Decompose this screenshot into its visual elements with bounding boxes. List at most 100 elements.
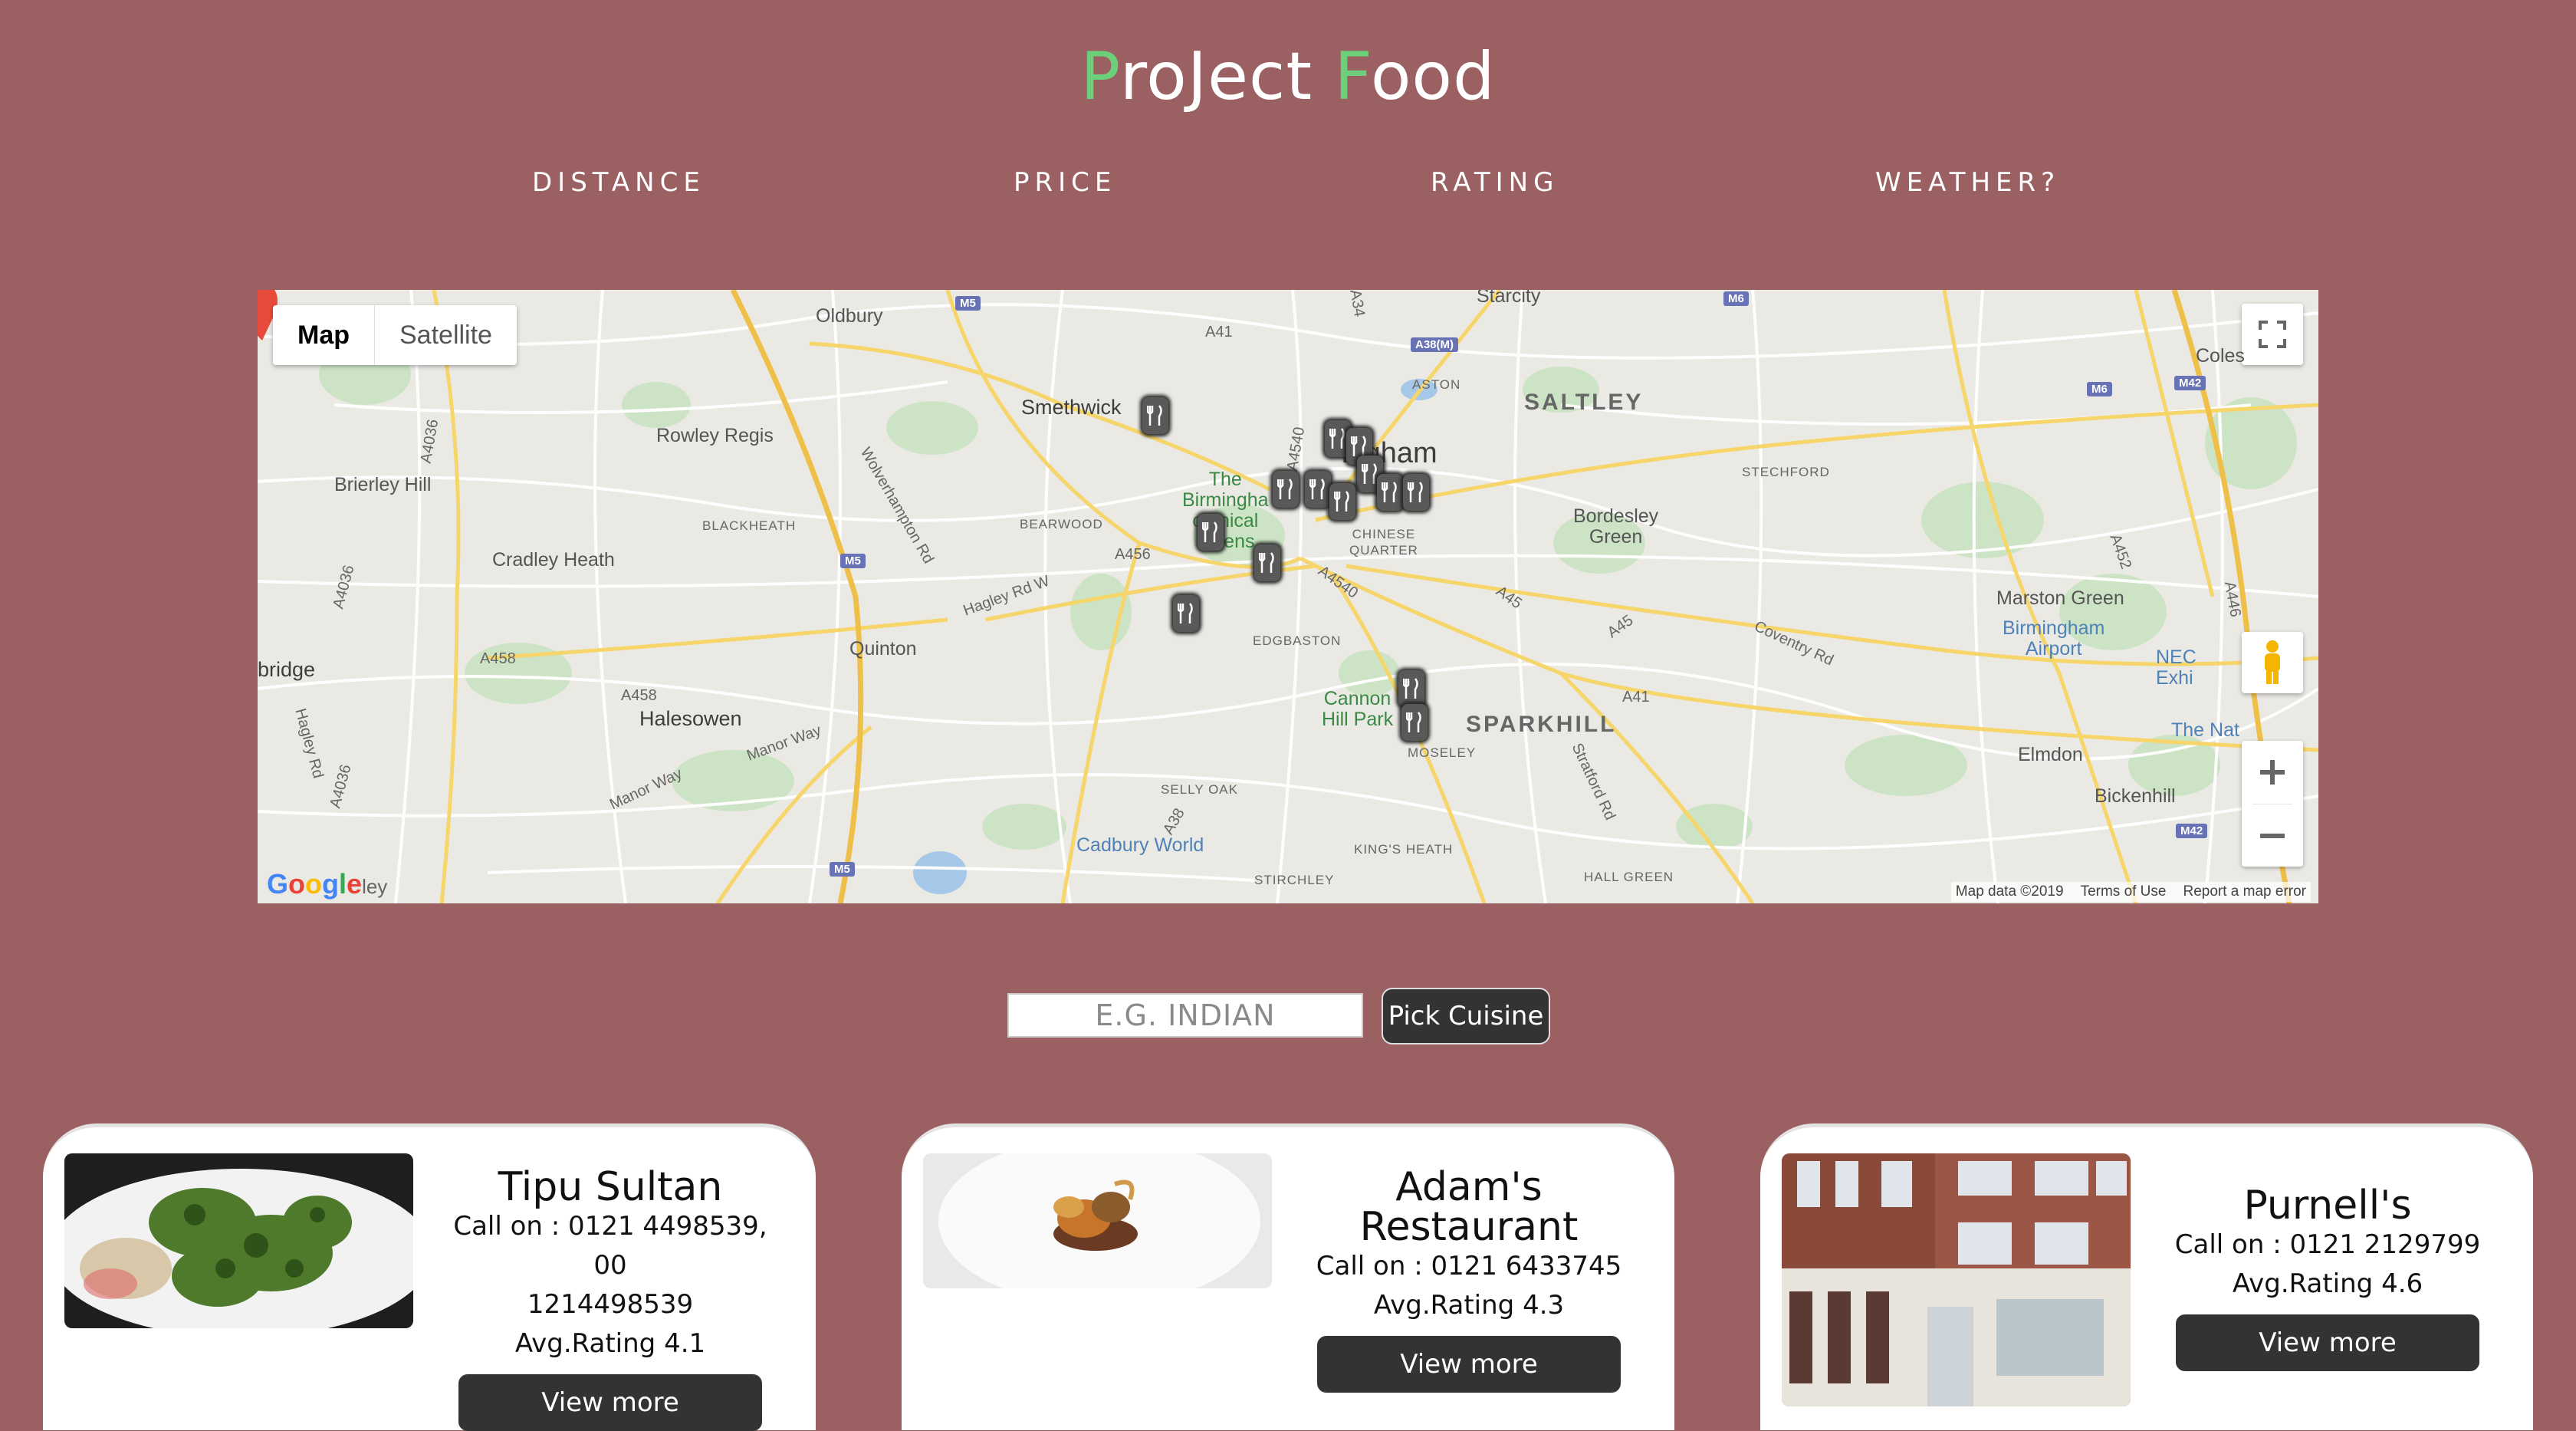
map-label: SPARKHILL: [1466, 712, 1617, 737]
cutlery-icon: [1329, 428, 1345, 449]
terms-of-use-link[interactable]: Terms of Use: [2081, 883, 2167, 900]
map-label: EDGBASTON: [1253, 633, 1342, 648]
nav-distance[interactable]: DISTANCE: [532, 167, 705, 198]
road-label: A458: [480, 650, 516, 667]
map-label: Starcity: [1477, 290, 1541, 307]
restaurant-name: Purnell's: [2243, 1183, 2412, 1229]
restaurant-photo: [923, 1153, 1272, 1288]
map-label: SELLY OAK: [1161, 782, 1238, 797]
cutlery-icon: [1147, 405, 1162, 426]
cutlery-icon: [1403, 678, 1418, 699]
restaurant-phone: Call on : 0121 4498539, 00: [453, 1211, 767, 1281]
map-label: The Birmingha otanical ardens: [1182, 469, 1269, 552]
restaurant-phone: Call on : 0121 6433745: [1316, 1251, 1622, 1281]
restaurant-photo: [1782, 1153, 2131, 1406]
zoom-control: [2242, 741, 2303, 867]
map-label: Coles: [2196, 345, 2245, 367]
restaurant-pin[interactable]: [1173, 595, 1199, 632]
map-label: Oldbury: [816, 305, 883, 327]
map-label: ASTON: [1412, 377, 1461, 392]
map-label: SALTLEY: [1524, 390, 1644, 415]
restaurant-name: Tipu Sultan: [498, 1164, 723, 1210]
road-label: A41: [1622, 689, 1650, 706]
map-label: Brierley Hill: [334, 474, 432, 495]
fullscreen-button[interactable]: [2242, 304, 2303, 365]
pick-cuisine-button[interactable]: Pick Cuisine: [1382, 988, 1550, 1044]
map-label: MOSELEY: [1408, 745, 1477, 760]
view-more-button[interactable]: View more: [1317, 1336, 1621, 1393]
cutlery-icon: [1351, 436, 1366, 456]
restaurant-pin[interactable]: [1403, 474, 1429, 511]
restaurant-phone: Call on : 0121 2129799: [2174, 1229, 2481, 1260]
map-type-satellite[interactable]: Satellite: [375, 305, 517, 365]
map-label: bridge: [258, 658, 316, 681]
map-label: Rowley Regis: [656, 425, 774, 446]
restaurant-rating: Avg.Rating 4.1: [514, 1328, 706, 1359]
nav-weather[interactable]: WEATHER?: [1875, 167, 2060, 198]
restaurant-pin[interactable]: [1329, 483, 1355, 520]
cutlery-icon: [1202, 521, 1217, 542]
map-view[interactable]: Map Satellite Oldbury Smethwick Rowley R…: [258, 290, 2318, 903]
road-label: A456: [1115, 546, 1151, 563]
map-type-map[interactable]: Map: [273, 305, 375, 365]
report-map-error-link[interactable]: Report a map error: [2183, 883, 2306, 900]
road-shield: A38(M): [1411, 337, 1459, 352]
road-shield: M42: [2174, 376, 2206, 390]
road-label: A458: [621, 687, 657, 704]
restaurant-info: Tipu Sultan Call on : 0121 4498539, 00 1…: [442, 1167, 779, 1431]
view-more-button[interactable]: View more: [2176, 1314, 2479, 1371]
road-shield: M5: [955, 296, 981, 311]
restaurant-photo: [64, 1153, 413, 1328]
road-shield: M5: [830, 862, 855, 877]
title-part: roJect: [1119, 38, 1335, 115]
view-more-button[interactable]: View more: [458, 1374, 762, 1431]
nav-price[interactable]: PRICE: [1014, 167, 1116, 198]
nav-rating[interactable]: RATING: [1431, 167, 1559, 198]
restaurant-pin[interactable]: [1142, 397, 1168, 434]
map-label: Halesowen: [639, 707, 742, 730]
map-label: STIRCHLEY: [1254, 873, 1335, 887]
road-shield: M42: [2176, 824, 2208, 838]
map-data-text: Map data ©2019: [1955, 883, 2064, 900]
map-label: Birmingham Airport: [2003, 617, 2105, 660]
map-label: CHINESE QUARTER: [1349, 527, 1418, 558]
zoom-out-button[interactable]: [2242, 804, 2303, 867]
restaurant-pin[interactable]: [1377, 474, 1403, 511]
restaurant-phone-cont: 1214498539: [527, 1289, 694, 1320]
restaurant-rating: Avg.Rating 4.3: [1373, 1290, 1565, 1321]
restaurant-name: Adam's: [1395, 1164, 1543, 1210]
map-label: Quinton: [849, 638, 917, 660]
cuisine-input[interactable]: [1007, 993, 1363, 1038]
restaurant-card: Purnell's Call on : 0121 2129799 Avg.Rat…: [1760, 1123, 2533, 1430]
map-label: Smethwick: [1021, 396, 1122, 419]
cutlery-icon: [1406, 712, 1421, 732]
pegman-icon: [2265, 640, 2280, 684]
restaurant-pin[interactable]: [1254, 544, 1280, 581]
restaurant-pin[interactable]: [1398, 670, 1424, 707]
map-label: STECHFORD: [1742, 465, 1830, 479]
cutlery-icon: [1362, 463, 1377, 484]
cutlery-icon: [1408, 482, 1423, 502]
restaurant-info: Adam's Restaurant Call on : 0121 6433745…: [1300, 1167, 1638, 1393]
food-image: [923, 1153, 1272, 1288]
street-view-button[interactable]: [2242, 632, 2303, 693]
cutlery-icon: [1309, 479, 1325, 499]
cutlery-icon: [1382, 482, 1397, 502]
page-title: ProJect Food: [0, 38, 2576, 115]
restaurant-card: Tipu Sultan Call on : 0121 4498539, 00 1…: [43, 1123, 816, 1431]
google-logo: Googleley: [267, 868, 388, 900]
restaurant-name-cont: Restaurant: [1359, 1204, 1579, 1250]
restaurant-pin[interactable]: [1198, 514, 1224, 551]
zoom-in-button[interactable]: [2242, 741, 2303, 804]
restaurant-pin[interactable]: [1305, 471, 1331, 508]
road-label: A41: [1205, 324, 1233, 340]
restaurant-pin[interactable]: [1401, 704, 1428, 741]
map-label: Cradley Heath: [492, 549, 615, 571]
map-label: BLACKHEATH: [702, 518, 797, 533]
map-label: Elmdon: [2018, 744, 2083, 765]
cutlery-icon: [1334, 491, 1349, 512]
map-type-control: Map Satellite: [273, 305, 517, 365]
map-label: Bordesley Green: [1573, 505, 1659, 548]
restaurant-pin[interactable]: [1273, 471, 1299, 508]
fullscreen-icon: [2259, 321, 2286, 348]
